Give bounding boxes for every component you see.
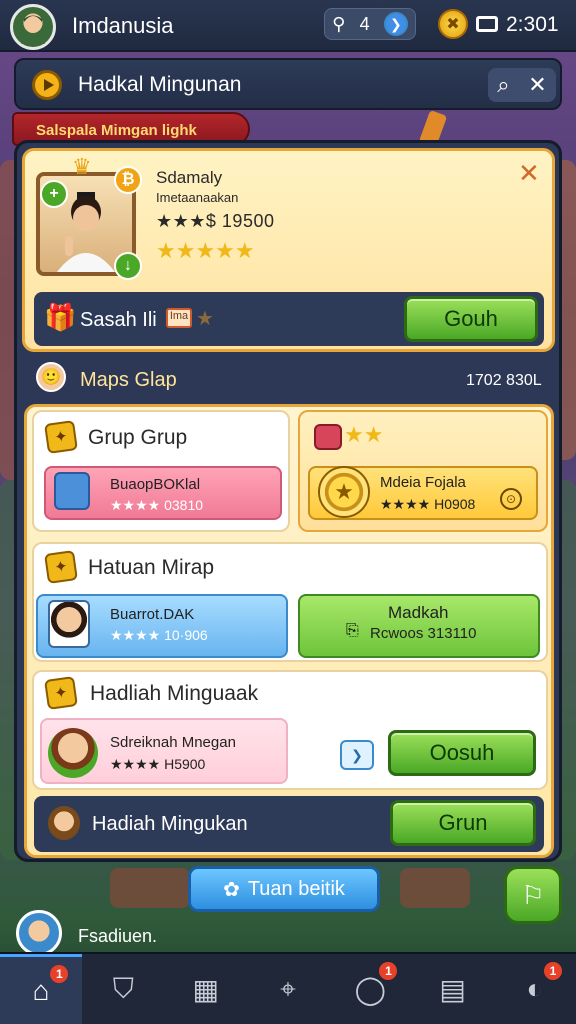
chest-icon [314,424,342,450]
mode-item-rating: ★★★★ H0908 [380,496,476,512]
nav-messages[interactable]: ◐ 1 [494,954,576,1024]
character-icon [48,806,80,840]
grup-badge-icon: ✦ [44,420,78,454]
close-icon[interactable]: ✕ [528,72,546,98]
plus-icon[interactable]: + [40,180,68,208]
featured-action-label: Sasah Ili [80,309,157,331]
chat-icon: ◯ [354,973,386,1005]
grup-item-rating: ★★★★ 03810 [110,497,204,513]
bottom-nav: ⌂ 1 ⛉ ▦ ⌖ ◯ 1 ▤ ◐ 1 [0,952,576,1024]
tuan-button[interactable]: ✿ Tuan beitik [188,866,380,912]
featured-rating: ★★★$ 19500 [156,211,275,231]
player-avatar[interactable] [10,4,56,50]
mode-stars: ★★ [344,422,384,447]
home-badge: 1 [50,965,69,983]
search-actions: ⌕ ✕ [488,68,556,102]
reward-item-subtitle: Rcwoos 313110 [370,625,477,642]
search-icon[interactable]: ⌕ [497,72,509,98]
bottom-strip-button[interactable]: Grun [390,800,536,846]
featured-subtitle: Imetaanaakan [156,190,239,205]
puzzle-icon: ✿ [223,878,240,901]
title-search-bar: Hadkal Mingunan ⌕ ✕ [14,58,562,110]
box-icon [54,472,90,510]
settings-icon[interactable]: ⊙ [500,488,522,510]
user-label: Fsadiuen. [78,926,158,946]
hatuan-item-title: Buarrot.DAK [110,606,195,623]
tag-badge: Ima [166,308,192,328]
crown-icon: ♛ [72,154,92,179]
character-icon [48,728,98,778]
cash-icon [476,16,498,32]
featured-close-icon[interactable]: ✕ [518,158,540,189]
nav-shop[interactable]: ⛉ [82,954,164,1024]
hatuan-badge-icon: ✦ [44,550,78,584]
key-icon: ⚲ [332,13,346,34]
reward-item-title: Madkah [388,603,449,622]
background-stall-right [400,868,470,908]
resource-value: 4 [359,13,370,34]
clock-text: 2:301 [506,13,559,36]
top-status-bar: Imdanusia ⚲ 4 ❯ ✖ 2:301 [0,0,576,52]
hadiah-title: Hadliah Minguaak [90,682,259,705]
group-title: Maps Glap [80,369,177,391]
coin-icon[interactable]: ✖ [438,9,468,39]
featured-go-button[interactable]: Gouh [404,296,538,342]
map-pin-fab[interactable]: ⚐ [504,866,562,924]
nav-inventory[interactable]: ▦ [165,954,247,1024]
hadiah-item-title: Sdreiknah Mnegan [110,734,236,751]
nav-home[interactable]: ⌂ 1 [0,954,83,1024]
chat-badge: 1 [379,962,398,980]
group-avatar-icon: 🙂 [36,362,66,392]
inventory-icon: ▦ [192,973,219,1005]
star-icon: ★ [196,308,214,330]
character-icon [48,600,90,648]
grup-item-title: BuaopBOKlal [110,476,201,493]
grup-title: Grup Grup [88,426,188,449]
group-count: 1702 830L [466,372,542,389]
gift-icon: 🎁 [44,302,77,332]
map-icon: ⌖ [280,972,296,1004]
featured-name: Sdamaly [156,168,223,187]
hadiah-badge-icon: ✦ [44,676,78,710]
hadiah-claim-button[interactable]: Oosuh [388,730,536,776]
hadiah-item-rating: ★★★★ H5900 [110,756,206,772]
mode-item-title: Mdeia Fojala [380,474,466,491]
nav-chat[interactable]: ◯ 1 [329,954,411,1024]
search-title: Hadkal Mingunan [78,73,242,96]
message-badge: 1 [543,962,562,980]
map-pin-icon: ⚐ [521,879,545,910]
message-icon: ◐ [526,973,544,1004]
app-title: Imdanusia [72,13,174,38]
hatuan-title: Hatuan Mirap [88,556,215,579]
next-icon[interactable]: ❯ [340,740,374,770]
bottom-strip-label: Hadiah Mingukan [92,813,248,835]
play-icon[interactable] [32,70,62,100]
resource-pill[interactable]: ⚲ 4 ❯ [324,8,416,40]
nav-map[interactable]: ⌖ [247,954,329,1024]
nav-notes[interactable]: ▤ [411,954,493,1024]
info-icon: ❯ [383,12,408,36]
background-stall-left [110,868,190,908]
user-avatar[interactable] [16,910,62,956]
hatuan-item-rating: ★★★★ 10·906 [110,627,208,643]
medal-icon: ★ [318,466,370,518]
featured-stars: ★★★★★ [156,238,255,263]
tuan-button-label: Tuan beitik [247,877,345,900]
ticket-icon: ⎘ [346,622,359,639]
shop-icon: ⛉ [112,972,134,1004]
coin-badge-icon: ₿ [114,166,142,194]
notes-icon: ▤ [439,973,466,1005]
download-icon[interactable]: ↓ [114,252,142,280]
